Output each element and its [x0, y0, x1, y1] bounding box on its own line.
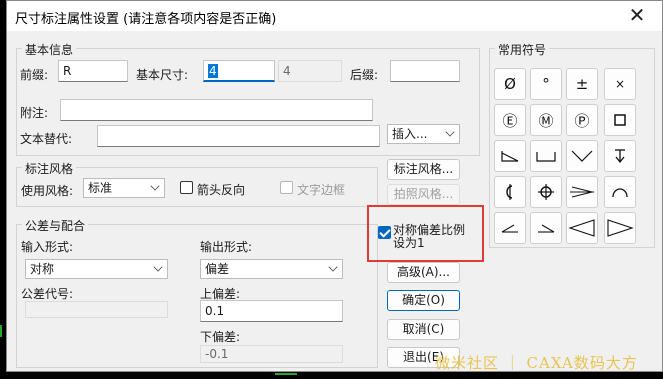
prefix-input[interactable]: R: [58, 60, 128, 82]
arrow-reverse-label: 箭头反向: [197, 183, 246, 197]
input-form-label: 输入形式:: [21, 240, 74, 254]
ok-button[interactable]: 确定(O): [387, 290, 460, 311]
input-form-value: 对称: [30, 262, 55, 276]
text-border-checkbox: [280, 181, 293, 194]
output-form-dropdown[interactable]: 偏差: [200, 259, 343, 279]
multiply-symbol-icon[interactable]: ×: [604, 68, 636, 100]
output-form-value: 偏差: [205, 262, 230, 276]
note-label: 附注:: [20, 106, 49, 120]
position-symbol-icon[interactable]: [530, 176, 562, 208]
cancel-button[interactable]: 取消(C): [387, 319, 460, 340]
conical-taper-symbol-icon[interactable]: [494, 176, 526, 208]
depth-symbol-icon[interactable]: [604, 140, 636, 172]
use-style-value: 标准: [88, 181, 113, 195]
dimension-properties-dialog: 尺寸标注属性设置 (请注意各项内容是否正确) ✕ 基本信息 前缀: R 基本尺寸…: [6, 0, 663, 372]
base-size-label: 基本尺寸:: [136, 68, 189, 82]
lower-deviation-label: 下偏差:: [200, 330, 241, 344]
circled-m-symbol-icon[interactable]: Ⓜ: [530, 104, 562, 136]
background-artifact: [275, 373, 297, 375]
prefix-label: 前缀:: [20, 68, 49, 82]
insert-dropdown-value: 插入...: [392, 127, 428, 141]
tolerance-code-label: 公差代号:: [21, 287, 74, 301]
advanced-button[interactable]: 高级(A)...: [387, 262, 460, 283]
text-replace-label: 文本替代:: [20, 132, 73, 146]
plus-minus-symbol-icon[interactable]: ±: [566, 68, 598, 100]
chevron-down-icon: [445, 127, 455, 137]
arc-length-symbol-icon[interactable]: [604, 176, 636, 208]
title-bar: 尺寸标注属性设置 (请注意各项内容是否正确) ✕: [7, 1, 662, 31]
chevron-down-icon: [150, 181, 160, 191]
chevron-down-icon: [328, 262, 338, 272]
taper-arrow-symbol-icon[interactable]: [566, 176, 598, 208]
lower-deviation-field: -0.1: [200, 345, 343, 363]
symmetric-scale-label-line2: 设为1: [393, 236, 425, 250]
square-symbol-icon[interactable]: [604, 104, 636, 136]
circled-e-symbol-icon[interactable]: Ⓔ: [494, 104, 526, 136]
symmetric-scale-checkbox[interactable]: [378, 226, 391, 239]
tolerance-group-label: 公差与配合: [22, 217, 89, 234]
use-style-dropdown[interactable]: 标准: [83, 178, 165, 198]
base-size-selected-text: 4: [208, 64, 218, 78]
symbols-group-label: 常用符号: [495, 41, 550, 58]
basic-info-group-label: 基本信息: [22, 41, 77, 58]
slope-symbol-icon[interactable]: [494, 140, 526, 172]
input-form-dropdown[interactable]: 对称: [25, 259, 168, 279]
photo-style-button: 拍照风格...: [387, 184, 460, 205]
watermark-text: 微米社区 ｜ CAXA数码大方: [435, 354, 638, 372]
dialog-title: 尺寸标注属性设置 (请注意各项内容是否正确): [15, 12, 277, 27]
note-input[interactable]: [60, 99, 373, 121]
angle-left-symbol-icon[interactable]: [494, 212, 526, 244]
insert-dropdown[interactable]: 插入...: [387, 124, 460, 144]
angle-right-symbol-icon[interactable]: [530, 212, 562, 244]
degree-symbol-icon[interactable]: °: [530, 68, 562, 100]
text-border-label: 文字边框: [297, 183, 346, 197]
base-size-input[interactable]: 4: [203, 60, 275, 82]
countersink-symbol-icon[interactable]: [566, 140, 598, 172]
tolerance-code-field: [25, 301, 168, 318]
output-form-label: 输出形式:: [200, 240, 253, 254]
circled-p-symbol-icon[interactable]: Ⓟ: [566, 104, 598, 136]
arrow-reverse-checkbox[interactable]: [180, 181, 193, 194]
chevron-down-icon: [153, 262, 163, 272]
upper-deviation-input[interactable]: 0.1: [200, 300, 343, 322]
suffix-label: 后缀:: [350, 68, 379, 82]
use-style-label: 使用风格:: [21, 184, 74, 198]
annotation-style-group-label: 标注风格: [22, 160, 77, 177]
diameter-symbol-icon[interactable]: Ø: [494, 68, 526, 100]
close-icon[interactable]: ✕: [626, 4, 648, 26]
suffix-input[interactable]: [390, 60, 460, 82]
background-artifact: [0, 325, 2, 337]
counterbore-symbol-icon[interactable]: [530, 140, 562, 172]
text-replace-input[interactable]: [97, 125, 380, 147]
annotation-style-button[interactable]: 标注风格...: [387, 159, 460, 180]
triangle-left-symbol-icon[interactable]: [566, 212, 598, 244]
base-size-computed-field: 4: [278, 60, 342, 82]
triangle-right-symbol-icon[interactable]: [604, 212, 636, 244]
